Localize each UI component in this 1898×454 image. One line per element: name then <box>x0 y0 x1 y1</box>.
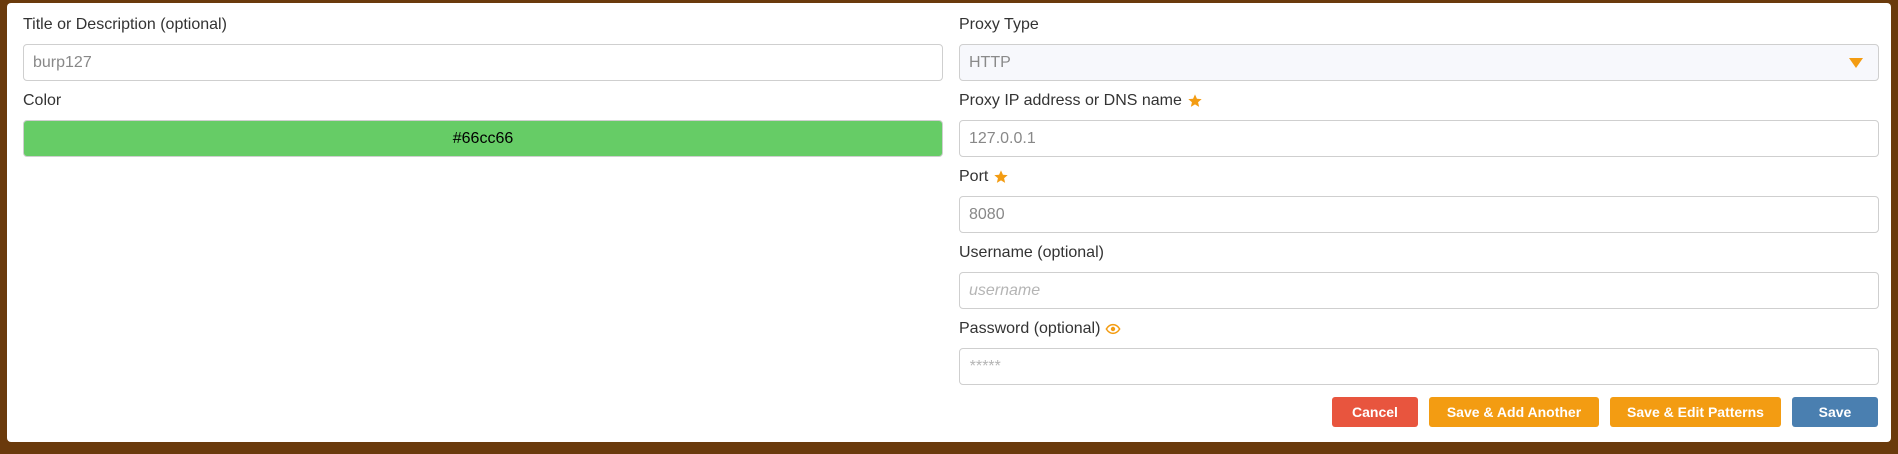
username-input[interactable] <box>959 272 1879 309</box>
password-label-row: Password (optional) <box>959 319 1879 339</box>
color-label: Color <box>23 92 62 109</box>
color-field: Color #66cc66 <box>23 91 943 157</box>
proxy-type-value: HTTP <box>969 53 1011 71</box>
eye-icon[interactable] <box>1105 321 1121 337</box>
proxy-ip-field: Proxy IP address or DNS name <box>959 91 1879 157</box>
password-input[interactable] <box>959 348 1879 385</box>
star-icon <box>994 170 1009 183</box>
proxy-ip-input[interactable] <box>959 120 1879 157</box>
save-add-another-button[interactable]: Save & Add Another <box>1429 397 1599 427</box>
save-button[interactable]: Save <box>1792 397 1878 427</box>
proxy-type-label: Proxy Type <box>959 16 1039 33</box>
username-field: Username (optional) <box>959 243 1879 309</box>
proxy-ip-label: Proxy IP address or DNS name <box>959 92 1182 109</box>
password-label: Password (optional) <box>959 320 1101 337</box>
action-buttons: Cancel Save & Add Another Save & Edit Pa… <box>1332 397 1878 427</box>
save-edit-patterns-button[interactable]: Save & Edit Patterns <box>1610 397 1781 427</box>
proxy-edit-panel: Title or Description (optional) Color #6… <box>7 3 1891 442</box>
port-field: Port <box>959 167 1879 233</box>
color-picker[interactable]: #66cc66 <box>23 120 943 157</box>
username-label: Username (optional) <box>959 244 1104 261</box>
password-field: Password (optional) <box>959 319 1879 385</box>
port-label-row: Port <box>959 167 1879 187</box>
title-field: Title or Description (optional) <box>23 15 943 81</box>
title-label: Title or Description (optional) <box>23 16 227 33</box>
proxy-type-field: Proxy Type HTTP <box>959 15 1879 81</box>
port-input[interactable] <box>959 196 1879 233</box>
cancel-button[interactable]: Cancel <box>1332 397 1418 427</box>
title-input[interactable] <box>23 44 943 81</box>
star-icon <box>1188 94 1202 107</box>
proxy-ip-label-row: Proxy IP address or DNS name <box>959 91 1879 111</box>
port-label: Port <box>959 168 989 185</box>
dropdown-arrow-icon <box>1849 57 1863 68</box>
proxy-type-select[interactable]: HTTP <box>959 44 1879 81</box>
